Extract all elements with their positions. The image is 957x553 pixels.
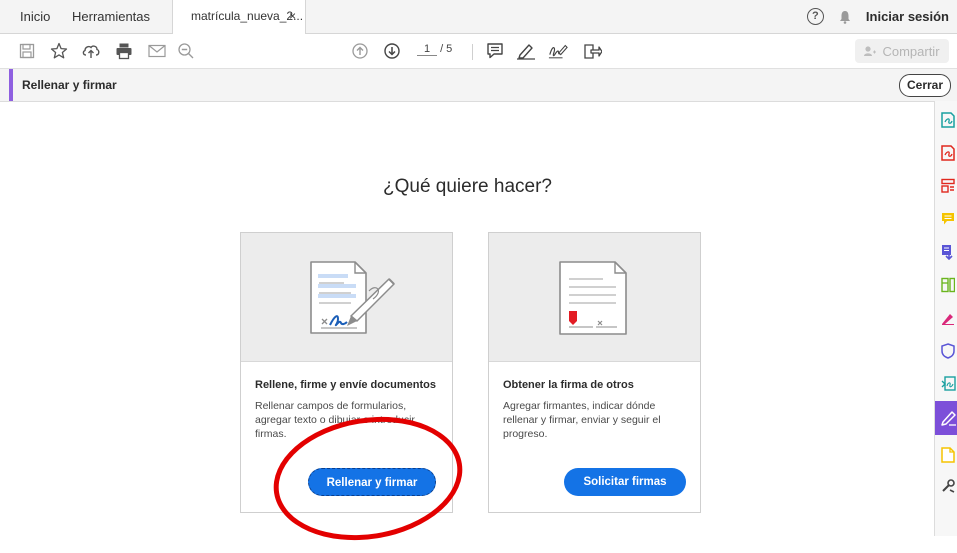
page-number-input[interactable]: 1 bbox=[417, 43, 437, 56]
cloud-upload-icon[interactable] bbox=[81, 41, 101, 61]
tool-accent-bar bbox=[9, 69, 13, 101]
highlight-pen-icon[interactable] bbox=[516, 41, 536, 61]
fill-and-sign-tool-icon[interactable] bbox=[935, 401, 957, 435]
fill-sign-card[interactable]: Rellene, firme y envíe documentos Rellen… bbox=[240, 232, 453, 513]
fill-sign-illustration bbox=[241, 233, 452, 362]
tab-document[interactable]: matrícula_nueva_2... × bbox=[172, 0, 306, 34]
share-user-icon bbox=[864, 46, 877, 56]
tab-bar: Inicio Herramientas matrícula_nueva_2...… bbox=[0, 0, 957, 34]
signin-link[interactable]: Iniciar sesión bbox=[866, 9, 949, 24]
page-indicator: 1 / 5 bbox=[417, 43, 452, 56]
close-tool-button[interactable]: Cerrar bbox=[899, 74, 951, 97]
tab-inicio[interactable]: Inicio bbox=[20, 0, 50, 33]
star-icon[interactable] bbox=[49, 41, 69, 61]
mail-icon[interactable] bbox=[147, 41, 167, 61]
save-icon[interactable] bbox=[17, 41, 37, 61]
main-toolbar: 1 / 5 Compartir bbox=[0, 34, 957, 69]
bell-icon[interactable] bbox=[838, 9, 852, 25]
create-pdf-icon[interactable] bbox=[935, 140, 957, 166]
tab-herramientas[interactable]: Herramientas bbox=[72, 0, 150, 33]
card-title: Rellene, firme y envíe documentos bbox=[255, 379, 436, 391]
organize-pages-icon[interactable] bbox=[935, 272, 957, 298]
zoom-out-icon[interactable] bbox=[176, 41, 196, 61]
request-signatures-card[interactable]: Obtener la firma de otros Agregar firman… bbox=[488, 232, 701, 513]
request-signatures-illustration bbox=[489, 233, 700, 362]
optimize-pdf-icon[interactable] bbox=[935, 371, 957, 397]
protect-icon[interactable] bbox=[935, 338, 957, 364]
previous-page-icon[interactable] bbox=[350, 41, 370, 61]
share-label: Compartir bbox=[882, 43, 940, 59]
card-description: Agregar firmantes, indicar dónde rellena… bbox=[503, 400, 661, 440]
export-pdf-icon[interactable] bbox=[935, 107, 957, 133]
send-to-sign-icon[interactable] bbox=[582, 41, 602, 61]
toolbar-divider bbox=[472, 44, 473, 60]
tool-header: Rellenar y firmar Cerrar bbox=[0, 69, 957, 102]
tool-title: Rellenar y firmar bbox=[22, 78, 117, 92]
help-icon[interactable]: ? bbox=[806, 8, 824, 25]
combine-files-icon[interactable] bbox=[935, 239, 957, 265]
share-button[interactable]: Compartir bbox=[855, 39, 949, 63]
edit-pdf-icon[interactable] bbox=[935, 173, 957, 199]
right-tools-rail bbox=[934, 101, 957, 536]
fill-and-sign-button[interactable]: Rellenar y firmar bbox=[308, 468, 436, 496]
print-icon[interactable] bbox=[114, 41, 134, 61]
sign-icon[interactable] bbox=[548, 41, 568, 61]
tab-document-label: matrícula_nueva_2... bbox=[191, 9, 304, 23]
close-tab-icon[interactable]: × bbox=[289, 0, 296, 33]
request-signatures-button[interactable]: Solicitar firmas bbox=[564, 468, 686, 496]
more-tools-icon[interactable] bbox=[935, 473, 957, 499]
comment-tool-icon[interactable] bbox=[935, 206, 957, 232]
redact-icon[interactable] bbox=[935, 305, 957, 331]
page-heading: ¿Qué quiere hacer? bbox=[383, 176, 552, 197]
card-description: Rellenar campos de formularios, agregar … bbox=[255, 400, 415, 440]
page-total: / 5 bbox=[440, 43, 453, 55]
comment-icon[interactable] bbox=[485, 41, 505, 61]
send-for-review-icon[interactable] bbox=[935, 442, 957, 468]
next-page-icon[interactable] bbox=[382, 41, 402, 61]
card-title: Obtener la firma de otros bbox=[503, 379, 634, 391]
